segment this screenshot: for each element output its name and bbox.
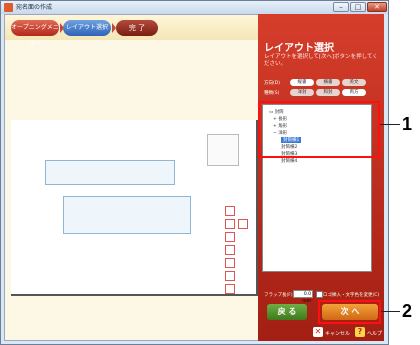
minimize-button[interactable]: – (333, 2, 349, 12)
callout-line (381, 311, 400, 312)
maximize-button[interactable]: □ (350, 2, 366, 12)
breadcrumb-complete[interactable]: 完 了 (116, 20, 158, 36)
callout-line (380, 124, 400, 125)
direction-option-english[interactable]: 英文 (342, 79, 366, 86)
app-icon (4, 3, 13, 12)
postal-code-box (225, 206, 235, 216)
direction-option-horizontal[interactable]: 横書 (316, 79, 340, 86)
logo-color-checkbox-label: ロゴ挿入・文字色を変更(C) (323, 293, 380, 298)
highlight-box-next (318, 300, 381, 324)
postal-code-box (225, 284, 235, 294)
close-button[interactable]: ✕ (367, 2, 387, 12)
breadcrumb-opening-menu[interactable]: オープニングメニュー (11, 20, 59, 47)
panel-title: レイアウト選択 (264, 43, 334, 54)
postal-code-box (225, 258, 235, 268)
logo-color-checkbox[interactable] (316, 291, 323, 298)
highlight-box-tree (258, 101, 380, 158)
stamp-area (207, 134, 239, 166)
tree-subitem[interactable]: 封筒横4 (281, 158, 297, 164)
postal-code-box (225, 232, 235, 242)
variant-label: 種類(S) (264, 91, 280, 96)
variant-option-western[interactable]: 洋封 (290, 89, 314, 96)
cancel-icon: ✕ (313, 327, 323, 337)
address-box-bottom (63, 196, 191, 234)
direction-option-vertical[interactable]: 縦書 (290, 79, 314, 86)
flap-length-label: フラップ長(F) (264, 293, 293, 298)
window-title: 宛名面の作成 (16, 4, 53, 11)
direction-label: 方向(D) (264, 81, 280, 86)
panel-description: レイアウトを選択して[次へ]ボタンを押してください。 (264, 54, 378, 67)
address-box-top (45, 160, 175, 185)
cancel-button[interactable]: キャンセル (325, 330, 350, 337)
breadcrumb-layout-select[interactable]: レイアウト選択 (63, 20, 111, 36)
variant-option-both[interactable]: 両方 (342, 89, 366, 96)
back-button[interactable]: 戻 る (267, 304, 307, 320)
postal-code-box (238, 219, 248, 229)
postal-code-box (225, 271, 235, 281)
variant-option-japanese[interactable]: 和封 (316, 89, 340, 96)
envelope-preview (11, 120, 258, 296)
title-bar: 宛名面の作成 – □ ✕ (1, 1, 388, 14)
postal-code-box (225, 219, 235, 229)
help-button[interactable]: ヘルプ (367, 330, 382, 337)
postal-code-box (225, 245, 235, 255)
callout-number-1: 1 (402, 114, 413, 134)
help-icon: ? (355, 327, 365, 337)
flap-length-input[interactable]: 0.0 mm (293, 290, 313, 304)
callout-number-2: 2 (402, 301, 413, 321)
